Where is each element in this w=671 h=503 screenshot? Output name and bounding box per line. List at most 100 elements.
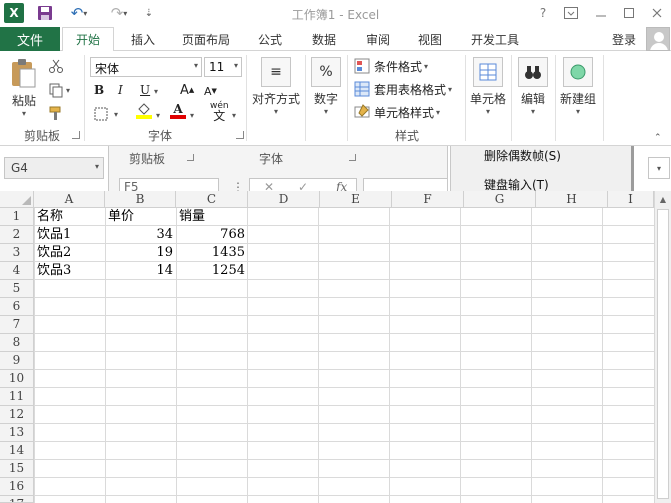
close-button[interactable] — [646, 4, 668, 22]
cell-b2[interactable]: 34 — [105, 226, 176, 244]
column-header-b[interactable]: B — [105, 191, 176, 208]
clipboard-launcher-icon[interactable] — [72, 131, 80, 139]
tab-insert[interactable]: 插入 — [118, 27, 168, 51]
phonetic-guide-button[interactable]: wén 文 — [210, 101, 229, 122]
cell-a3[interactable]: 饮品2 — [34, 244, 105, 262]
maximize-button[interactable] — [618, 4, 640, 22]
row-header[interactable]: 9 — [0, 352, 34, 370]
tab-developer[interactable]: 开发工具 — [462, 27, 528, 51]
cell-a1[interactable]: 名称 — [34, 208, 105, 226]
row-header[interactable]: 13 — [0, 424, 34, 442]
tab-file[interactable]: 文件 — [0, 27, 60, 51]
cell-b3[interactable]: 19 — [105, 244, 176, 262]
help-button[interactable]: ? — [532, 4, 554, 22]
tab-view[interactable]: 视图 — [408, 27, 452, 51]
column-header-e[interactable]: E — [320, 191, 392, 208]
editing-button[interactable]: 编辑 ▾ — [514, 57, 552, 116]
cell-b1[interactable]: 单价 — [105, 208, 176, 226]
ghost-formula-input — [363, 178, 447, 191]
ghost-cancel-icon: ✕ — [264, 180, 275, 191]
grow-font-button[interactable]: A ▲ — [180, 81, 194, 99]
cell-c3[interactable]: 1435 — [176, 244, 248, 262]
expand-formula-bar-icon[interactable]: ▾ — [648, 157, 670, 179]
cell-a2[interactable]: 饮品1 — [34, 226, 105, 244]
row-header[interactable]: 17 — [0, 496, 34, 503]
font-name-select[interactable]: 宋体 ▾ — [90, 57, 202, 77]
column-header-i[interactable]: I — [608, 191, 654, 208]
shrink-font-button[interactable]: A ▼ — [204, 82, 217, 100]
cells-button[interactable]: 单元格 ▾ — [468, 57, 508, 116]
sign-in-link[interactable]: 登录 — [612, 31, 636, 48]
number-format-button[interactable]: % 数字 ▾ — [309, 57, 343, 116]
minimize-button[interactable] — [590, 4, 612, 22]
tab-home[interactable]: 开始 — [62, 27, 114, 52]
font-launcher-icon[interactable] — [236, 131, 244, 139]
scrollbar-thumb[interactable] — [657, 209, 669, 499]
alignment-button[interactable]: ≡ 对齐方式 ▾ — [250, 57, 302, 116]
bold-button[interactable]: B — [94, 81, 104, 99]
phonetic-dropdown-icon[interactable]: ▾ — [232, 106, 236, 124]
cell-styles-button[interactable]: 单元格样式 ▾ — [354, 103, 440, 121]
scroll-up-icon[interactable]: ▲ — [655, 191, 671, 207]
borders-icon[interactable]: ▾ — [94, 105, 118, 123]
paste-button[interactable]: 粘贴 ▾ — [6, 57, 42, 118]
font-color-dropdown-icon[interactable]: ▾ — [190, 106, 194, 124]
tab-data[interactable]: 数据 — [302, 27, 346, 51]
avatar[interactable] — [646, 27, 670, 51]
group-divider — [305, 55, 306, 141]
column-header-d[interactable]: D — [248, 191, 320, 208]
clipboard-group-label: 剪贴板 — [23, 129, 60, 143]
cell-c2[interactable]: 768 — [176, 226, 248, 244]
tab-review[interactable]: 审阅 — [356, 27, 400, 51]
row-header[interactable]: 14 — [0, 442, 34, 460]
menu-item-keyboard-input[interactable]: 键盘输入(T) — [484, 176, 549, 191]
column-header-a[interactable]: A — [34, 191, 105, 208]
column-header-g[interactable]: G — [464, 191, 536, 208]
tab-page-layout[interactable]: 页面布局 — [172, 27, 240, 51]
column-header-c[interactable]: C — [176, 191, 248, 208]
row-header[interactable]: 10 — [0, 370, 34, 388]
cell-area[interactable]: 名称 单价 销量 饮品1 34 768 饮品2 19 1435 饮品3 14 1… — [34, 208, 654, 503]
cut-icon[interactable] — [48, 57, 64, 75]
ghost-separator-icon: ⋮ — [232, 180, 244, 191]
ribbon-display-options-icon[interactable] — [560, 4, 582, 22]
vertical-scrollbar[interactable]: ▲ — [654, 191, 671, 503]
row-header[interactable]: 12 — [0, 406, 34, 424]
row-header[interactable]: 1 — [0, 208, 34, 226]
fill-color-icon[interactable] — [136, 103, 152, 121]
cell-a4[interactable]: 饮品3 — [34, 262, 105, 280]
fill-color-dropdown-icon[interactable]: ▾ — [156, 106, 160, 124]
new-group-button[interactable]: 新建组 ▾ — [556, 57, 600, 116]
cell-c1[interactable]: 销量 — [176, 208, 248, 226]
column-header-h[interactable]: H — [536, 191, 608, 208]
italic-button[interactable]: I — [118, 81, 123, 99]
column-header-f[interactable]: F — [392, 191, 464, 208]
menu-item-delete-even-frames[interactable]: 删除偶数帧(S) — [484, 147, 561, 164]
row-header[interactable]: 15 — [0, 460, 34, 478]
font-size-select[interactable]: 11 ▾ — [204, 57, 242, 77]
name-box[interactable]: G4 ▾ — [4, 157, 104, 179]
row-header[interactable]: 4 — [0, 262, 34, 280]
cell-c4[interactable]: 1254 — [176, 262, 248, 280]
row-header[interactable]: 3 — [0, 244, 34, 262]
conditional-formatting-button[interactable]: 条件格式 ▾ — [354, 57, 428, 75]
row-header[interactable]: 11 — [0, 388, 34, 406]
cell-b4[interactable]: 14 — [105, 262, 176, 280]
row-header[interactable]: 16 — [0, 478, 34, 496]
row-header[interactable]: 2 — [0, 226, 34, 244]
row-header[interactable]: 7 — [0, 316, 34, 334]
format-as-table-button[interactable]: 套用表格格式 ▾ — [354, 80, 452, 98]
ghost-enter-icon: ✓ — [298, 180, 309, 191]
underline-button[interactable]: U — [140, 81, 150, 99]
row-header[interactable]: 8 — [0, 334, 34, 352]
font-color-button[interactable]: A — [170, 103, 186, 121]
collapse-ribbon-icon[interactable]: ⌃ — [654, 129, 662, 147]
row-header[interactable]: 5 — [0, 280, 34, 298]
underline-dropdown-icon[interactable]: ▾ — [154, 82, 158, 100]
cell-styles-icon — [354, 104, 370, 118]
row-header[interactable]: 6 — [0, 298, 34, 316]
select-all-button[interactable] — [0, 191, 34, 208]
tab-formulas[interactable]: 公式 — [248, 27, 292, 51]
format-painter-icon[interactable] — [48, 104, 64, 122]
copy-icon[interactable]: ▾ — [48, 81, 70, 99]
